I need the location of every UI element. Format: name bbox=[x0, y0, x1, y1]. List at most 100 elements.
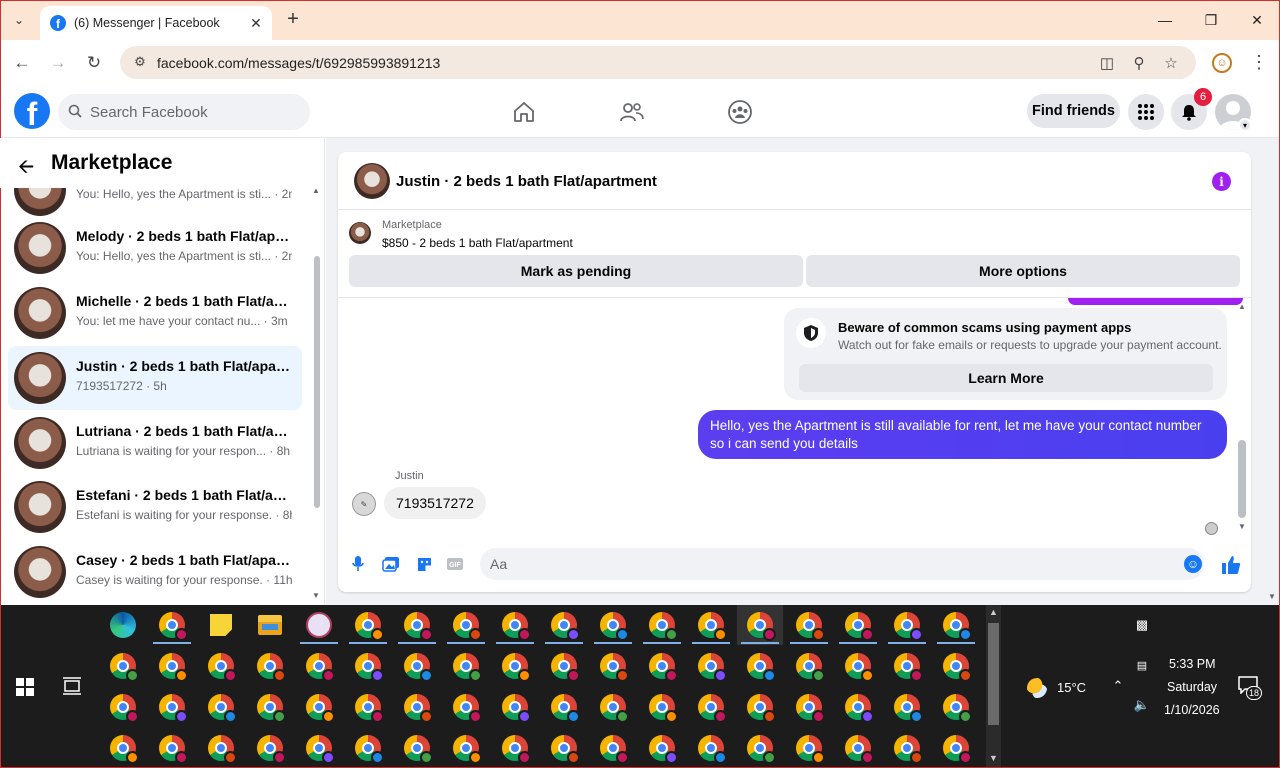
taskbar-app[interactable] bbox=[296, 605, 342, 645]
taskbar-app-chrome[interactable] bbox=[247, 687, 293, 727]
taskbar-app-chrome[interactable] bbox=[590, 646, 636, 686]
chat-scroll-down-icon[interactable]: ▼ bbox=[1238, 522, 1246, 531]
find-friends-button[interactable]: Find friends bbox=[1027, 94, 1120, 128]
thumbs-up-icon[interactable] bbox=[1220, 554, 1242, 576]
new-tab-plus-icon[interactable]: + bbox=[283, 9, 303, 31]
taskbar-app-chrome[interactable] bbox=[198, 687, 244, 727]
home-icon[interactable] bbox=[511, 100, 537, 124]
install-app-icon[interactable]: ◫ bbox=[1097, 53, 1117, 73]
more-options-button[interactable]: More options bbox=[806, 255, 1240, 287]
conversation-item-lutriana[interactable]: Lutriana · 2 beds 1 bath Flat/apartment … bbox=[8, 411, 302, 475]
taskbar-app-chrome[interactable] bbox=[443, 687, 489, 727]
restore-icon[interactable]: ❐ bbox=[1197, 8, 1225, 32]
taskbar-app-chrome[interactable] bbox=[933, 687, 979, 727]
menu-grid-icon[interactable] bbox=[1128, 94, 1164, 130]
taskbar-app-sticky-notes[interactable] bbox=[198, 605, 244, 645]
conversation-item-casey[interactable]: Casey · 2 beds 1 bath Flat/apartment Cas… bbox=[8, 540, 302, 604]
taskbar-app-chrome[interactable] bbox=[149, 605, 195, 645]
network-icon[interactable]: ▤ bbox=[1133, 656, 1151, 674]
taskbar-app-chrome[interactable] bbox=[933, 605, 979, 645]
taskbar-app-chrome[interactable] bbox=[394, 605, 440, 645]
taskbar-app-chrome[interactable] bbox=[541, 646, 587, 686]
taskbar-app-chrome[interactable] bbox=[443, 728, 489, 768]
photo-gallery-icon[interactable] bbox=[381, 554, 401, 574]
taskbar-scroll-down-icon[interactable]: ▼ bbox=[988, 753, 999, 763]
taskbar-app-chrome[interactable] bbox=[149, 687, 195, 727]
taskbar-app-chrome[interactable] bbox=[786, 687, 832, 727]
facebook-search[interactable]: Search Facebook bbox=[58, 94, 310, 130]
friends-icon[interactable] bbox=[619, 100, 645, 124]
minimize-icon[interactable]: — bbox=[1151, 8, 1179, 32]
message-input[interactable] bbox=[480, 548, 1204, 580]
taskbar-app-chrome[interactable] bbox=[884, 728, 930, 768]
back-arrow-icon[interactable]: 🡨 bbox=[18, 152, 34, 186]
taskbar-scrollbar[interactable] bbox=[988, 623, 999, 725]
account-chevron-down-icon[interactable]: ▾ bbox=[1238, 118, 1252, 132]
taskbar-app-chrome[interactable] bbox=[345, 605, 391, 645]
url-text[interactable]: facebook.com/messages/t/692985993891213 bbox=[157, 55, 440, 71]
address-bar[interactable]: ⚙ facebook.com/messages/t/69298599389121… bbox=[120, 46, 1196, 79]
chat-title[interactable]: Justin · 2 beds 1 bath Flat/apartment bbox=[396, 173, 657, 190]
chat-scroll-up-icon[interactable]: ▲ bbox=[1238, 302, 1246, 311]
taskbar-app-chrome[interactable] bbox=[737, 687, 783, 727]
taskbar-app-chrome[interactable] bbox=[247, 646, 293, 686]
taskbar-app-chrome[interactable] bbox=[590, 605, 636, 645]
taskbar-app-chrome[interactable] bbox=[541, 605, 587, 645]
weather-icon[interactable] bbox=[1027, 678, 1047, 698]
taskbar-app-chrome[interactable] bbox=[541, 687, 587, 727]
task-view-icon[interactable] bbox=[62, 677, 82, 695]
taskbar-app-chrome[interactable] bbox=[639, 728, 685, 768]
gif-icon[interactable]: GIF bbox=[445, 554, 465, 574]
taskbar-app-chrome[interactable] bbox=[786, 646, 832, 686]
taskbar-app-chrome[interactable] bbox=[394, 728, 440, 768]
taskbar-app-chrome[interactable] bbox=[100, 728, 146, 768]
taskbar-app-chrome[interactable] bbox=[443, 646, 489, 686]
clock-date[interactable]: 1/10/2026 bbox=[1164, 703, 1220, 717]
microphone-icon[interactable] bbox=[348, 554, 368, 574]
emoji-icon[interactable]: ☺ bbox=[1184, 555, 1202, 573]
facebook-logo-icon[interactable]: f bbox=[14, 93, 50, 129]
chrome-profile-icon[interactable]: ☺ bbox=[1212, 53, 1232, 73]
taskbar-app-chrome[interactable] bbox=[737, 646, 783, 686]
taskbar-app-chrome[interactable] bbox=[492, 728, 538, 768]
taskbar-app-chrome[interactable] bbox=[394, 646, 440, 686]
taskbar-app-chrome[interactable] bbox=[737, 605, 783, 645]
taskbar-app-chrome[interactable] bbox=[345, 728, 391, 768]
taskbar-app-chrome[interactable] bbox=[443, 605, 489, 645]
taskbar-app-chrome[interactable] bbox=[639, 646, 685, 686]
sender-avatar[interactable]: ✎ bbox=[352, 492, 376, 516]
bookmark-star-icon[interactable]: ☆ bbox=[1161, 53, 1181, 73]
sticker-icon[interactable] bbox=[414, 554, 434, 574]
volume-icon[interactable]: 🔈 bbox=[1133, 696, 1151, 714]
taskbar-app-chrome[interactable] bbox=[590, 728, 636, 768]
taskbar-app-chrome[interactable] bbox=[884, 687, 930, 727]
taskbar-app-chrome[interactable] bbox=[541, 728, 587, 768]
taskbar-app-chrome[interactable] bbox=[149, 728, 195, 768]
taskbar-app-chrome[interactable] bbox=[688, 605, 734, 645]
taskbar-app-chrome[interactable] bbox=[884, 646, 930, 686]
taskbar-app-chrome[interactable] bbox=[296, 687, 342, 727]
taskbar-app-chrome[interactable] bbox=[688, 687, 734, 727]
conversation-item-estefani[interactable]: Estefani · 2 beds 1 bath Flat/apartment … bbox=[8, 475, 302, 539]
chrome-menu-icon[interactable]: ⋮ bbox=[1250, 52, 1268, 73]
clock-day[interactable]: Saturday bbox=[1167, 680, 1217, 694]
taskbar-app-chrome[interactable] bbox=[933, 646, 979, 686]
taskbar-app-chrome[interactable] bbox=[149, 646, 195, 686]
taskbar-app-chrome[interactable] bbox=[737, 728, 783, 768]
taskbar-app-chrome[interactable] bbox=[345, 646, 391, 686]
taskbar-app-chrome[interactable] bbox=[590, 687, 636, 727]
taskbar-app-chrome[interactable] bbox=[835, 687, 881, 727]
browser-tab-messenger[interactable]: f (6) Messenger | Facebook ✕ bbox=[40, 6, 272, 40]
mark-as-pending-button[interactable]: Mark as pending bbox=[349, 255, 803, 287]
taskbar-app-chrome[interactable] bbox=[492, 646, 538, 686]
clock-time[interactable]: 5:33 PM bbox=[1169, 657, 1216, 671]
taskbar-app-chrome[interactable] bbox=[688, 646, 734, 686]
taskbar-app-edge[interactable] bbox=[100, 605, 146, 645]
taskbar-app-chrome[interactable] bbox=[639, 687, 685, 727]
taskbar-app-chrome[interactable] bbox=[296, 728, 342, 768]
taskbar-app-chrome[interactable] bbox=[492, 605, 538, 645]
taskbar-app-chrome[interactable] bbox=[933, 728, 979, 768]
taskbar-scroll-up-icon[interactable]: ▲ bbox=[988, 607, 999, 617]
listing-title[interactable]: $850 - 2 beds 1 bath Flat/apartment bbox=[382, 236, 573, 250]
forward-arrow-icon[interactable]: → bbox=[47, 52, 69, 74]
